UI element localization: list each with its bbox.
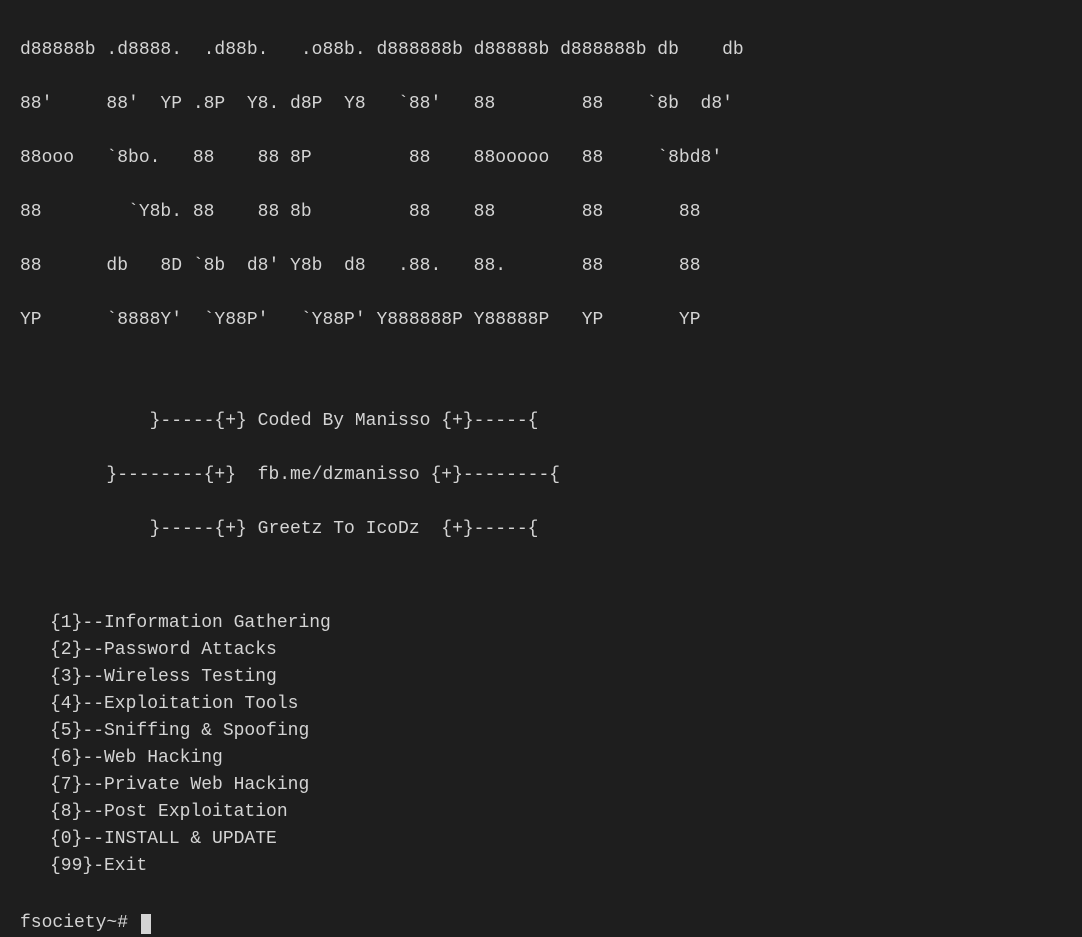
credits-line: }--------{+} fb.me/dzmanisso {+}--------…	[20, 462, 1062, 489]
shell-prompt: fsociety~#	[20, 910, 139, 937]
banner-line: 88ooo `8bo. 88 88 8P 88 88ooooo 88 `8bd8…	[20, 145, 1062, 172]
banner-line: YP `8888Y' `Y88P' `Y88P' Y888888P Y88888…	[20, 307, 1062, 334]
banner-line: d88888b .d8888. .d88b. .o88b. d888888b d…	[20, 37, 1062, 64]
menu-item: {5}--Sniffing & Spoofing	[50, 718, 1062, 745]
cursor-icon	[141, 914, 151, 934]
ascii-banner: d88888b .d8888. .d88b. .o88b. d888888b d…	[20, 10, 1062, 361]
menu-item: {8}--Post Exploitation	[50, 799, 1062, 826]
banner-line: 88 `Y8b. 88 88 8b 88 88 88 88	[20, 199, 1062, 226]
menu-item: {99}-Exit	[50, 853, 1062, 880]
banner-line: 88 db 8D `8b d8' Y8b d8 .88. 88. 88 88	[20, 253, 1062, 280]
credits-line: }-----{+} Greetz To IcoDz {+}-----{	[20, 516, 1062, 543]
menu-item: {2}--Password Attacks	[50, 637, 1062, 664]
menu-item: {0}--INSTALL & UPDATE	[50, 826, 1062, 853]
menu-item: {3}--Wireless Testing	[50, 664, 1062, 691]
credits-line: }-----{+} Coded By Manisso {+}-----{	[20, 408, 1062, 435]
credits-block: }-----{+} Coded By Manisso {+}-----{ }--…	[20, 381, 1062, 570]
prompt-line[interactable]: fsociety~#	[20, 910, 1062, 937]
menu-item: {4}--Exploitation Tools	[50, 691, 1062, 718]
banner-line: 88' 88' YP .8P Y8. d8P Y8 `88' 88 88 `8b…	[20, 91, 1062, 118]
main-menu: {1}--Information Gathering {2}--Password…	[50, 610, 1062, 880]
menu-item: {1}--Information Gathering	[50, 610, 1062, 637]
menu-item: {6}--Web Hacking	[50, 745, 1062, 772]
